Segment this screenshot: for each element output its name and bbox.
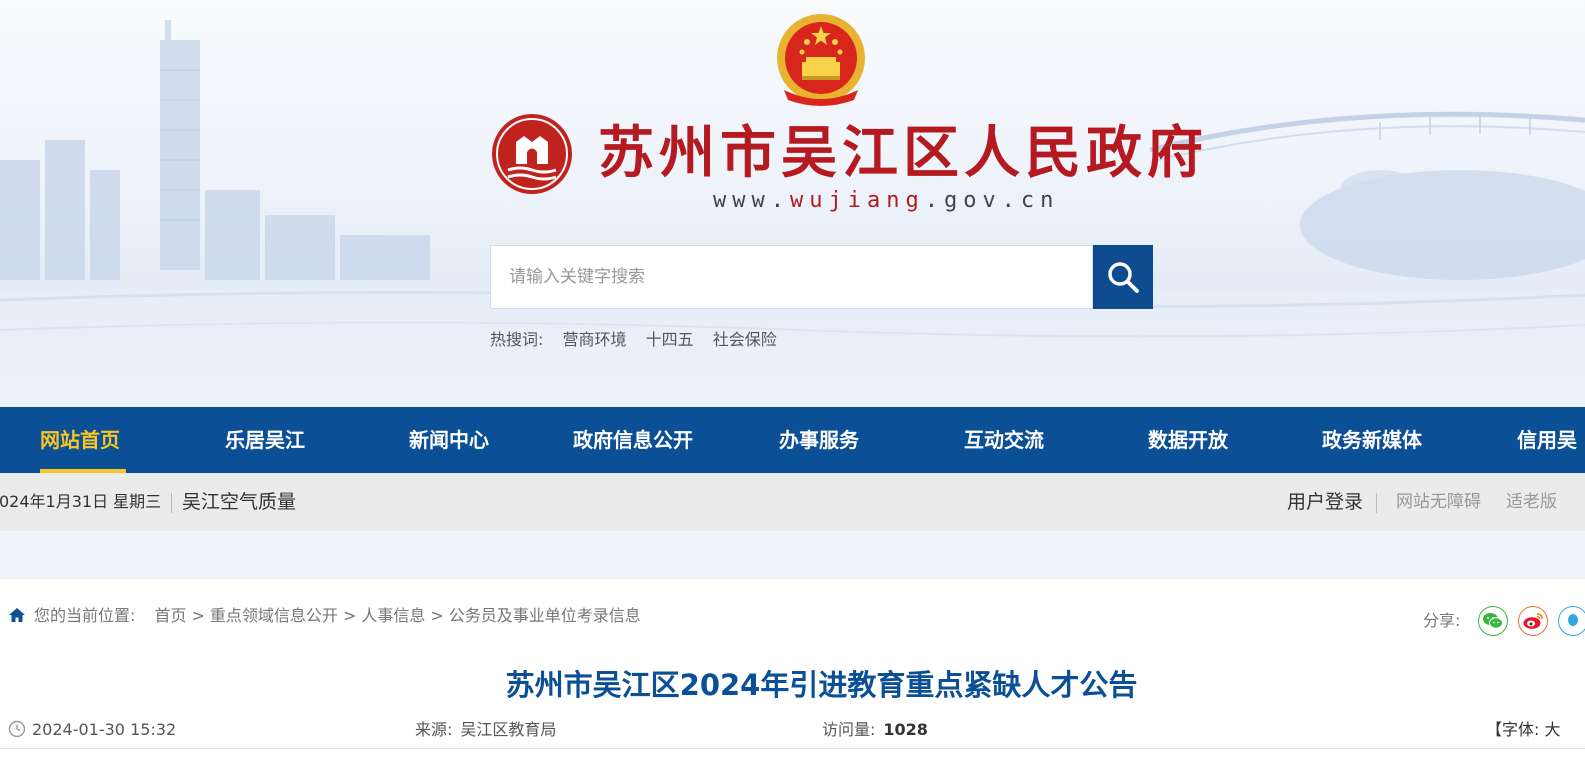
breadcrumb-label: 您的当前位置: bbox=[34, 606, 136, 625]
nav-item-living[interactable]: 乐居吴江 bbox=[225, 407, 305, 473]
hot-word-link[interactable]: 营商环境 bbox=[563, 330, 627, 349]
article-views: 访问量: 1028 bbox=[822, 718, 928, 742]
air-quality-link[interactable]: 吴江空气质量 bbox=[182, 473, 296, 531]
site-url: www.wujiang.gov.cn bbox=[713, 188, 1059, 213]
article-title: 苏州市吴江区2024年引进教育重点紧缺人才公告 bbox=[505, 668, 1138, 702]
font-size-large-option[interactable]: 大 bbox=[1545, 720, 1561, 739]
share-wechat-button[interactable] bbox=[1478, 606, 1508, 636]
url-prefix: www. bbox=[713, 188, 790, 213]
wechat-icon bbox=[1483, 613, 1503, 629]
section-spacer bbox=[0, 531, 1585, 579]
search-icon bbox=[1108, 262, 1139, 293]
accessibility-link[interactable]: 网站无障碍 bbox=[1396, 473, 1481, 531]
home-icon bbox=[9, 608, 25, 622]
divider bbox=[0, 748, 1585, 749]
nav-item-open-data[interactable]: 数据开放 bbox=[1148, 407, 1228, 473]
views-label: 访问量: bbox=[822, 720, 876, 739]
site-header: 苏州市吴江区人民政府 www.wujiang.gov.cn 热搜词: 营商环境 … bbox=[0, 0, 1585, 407]
url-suffix: .gov.cn bbox=[924, 188, 1060, 213]
nav-item-services[interactable]: 办事服务 bbox=[779, 407, 859, 473]
breadcrumb-separator: > bbox=[191, 606, 205, 625]
breadcrumb: 您的当前位置: 首页 > 重点领域信息公开 > 人事信息 > 公务员及事业单位考录信息 bbox=[8, 604, 641, 628]
share-weibo-button[interactable] bbox=[1518, 606, 1548, 636]
info-bar: 024年1月31日 星期三 吴江空气质量 用户登录 网站无障碍 适老版 bbox=[0, 473, 1585, 531]
hot-search-words: 热搜词: 营商环境 十四五 社会保险 bbox=[490, 326, 777, 350]
nav-item-gov-info[interactable]: 政府信息公开 bbox=[573, 407, 693, 473]
weibo-icon bbox=[1523, 613, 1543, 629]
main-nav: 网站首页 乐居吴江 新闻中心 政府信息公开 办事服务 互动交流 数据开放 政务新… bbox=[0, 407, 1585, 473]
views-count: 1028 bbox=[883, 720, 928, 739]
breadcrumb-link[interactable]: 人事信息 bbox=[361, 606, 425, 625]
url-highlight: wujiang bbox=[789, 188, 925, 213]
search-button[interactable] bbox=[1093, 245, 1153, 309]
hot-search-label: 热搜词: bbox=[490, 330, 544, 349]
wujiang-logo-icon bbox=[492, 114, 572, 194]
nav-item-new-media[interactable]: 政务新媒体 bbox=[1322, 407, 1422, 473]
font-size-label: 【字体: bbox=[1486, 720, 1540, 739]
national-emblem bbox=[777, 14, 865, 106]
publish-datetime-value: 2024-01-30 15:32 bbox=[32, 720, 177, 739]
qq-icon bbox=[1568, 614, 1578, 626]
source-value: 吴江区教育局 bbox=[460, 720, 557, 739]
divider bbox=[171, 493, 172, 513]
font-size-control: 【字体: 大 bbox=[1486, 718, 1561, 742]
site-title: 苏州市吴江区人民政府 bbox=[598, 121, 1208, 186]
nav-item-credit[interactable]: 信用吴 bbox=[1517, 407, 1577, 473]
search-box bbox=[490, 245, 1093, 309]
breadcrumb-separator: > bbox=[342, 606, 357, 625]
nav-item-news[interactable]: 新闻中心 bbox=[409, 407, 489, 473]
article-source: 来源: 吴江区教育局 bbox=[415, 718, 556, 742]
divider bbox=[1376, 493, 1377, 513]
clock-icon bbox=[8, 720, 26, 738]
share-qq-button[interactable] bbox=[1558, 606, 1585, 636]
search-input[interactable] bbox=[491, 246, 1087, 308]
share-label: 分享: bbox=[1423, 611, 1461, 630]
breadcrumb-home-link[interactable]: 首页 bbox=[155, 606, 187, 625]
elder-version-link[interactable]: 适老版 bbox=[1506, 473, 1557, 531]
breadcrumb-link[interactable]: 重点领域信息公开 bbox=[210, 606, 338, 625]
nav-item-interaction[interactable]: 互动交流 bbox=[964, 407, 1044, 473]
breadcrumb-separator: > bbox=[430, 606, 444, 625]
hot-word-link[interactable]: 十四五 bbox=[646, 330, 694, 349]
user-login-link[interactable]: 用户登录 bbox=[1287, 473, 1363, 531]
hot-word-link[interactable]: 社会保险 bbox=[713, 330, 777, 349]
current-date: 024年1月31日 星期三 bbox=[0, 492, 162, 511]
source-label: 来源: bbox=[415, 720, 453, 739]
publish-datetime: 2024-01-30 15:32 bbox=[8, 718, 176, 742]
breadcrumb-link[interactable]: 公务员及事业单位考录信息 bbox=[449, 606, 641, 625]
nav-item-home[interactable]: 网站首页 bbox=[40, 407, 120, 473]
